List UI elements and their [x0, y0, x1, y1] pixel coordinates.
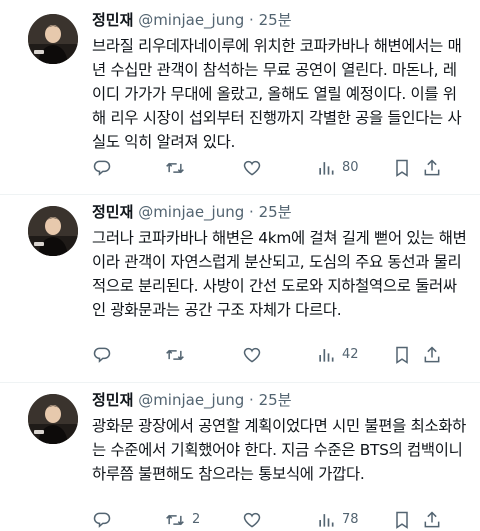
timestamp[interactable]: 25분 [259, 203, 292, 221]
views-button[interactable]: 42 [316, 345, 359, 365]
retweet-button[interactable]: 2 [164, 510, 200, 530]
tweet[interactable]: 정민재 @minjae_jung · 25분 브라질 리우데자네이루에 위치한 … [0, 8, 480, 194]
heart-icon [243, 512, 261, 528]
tweet-text: 광화문 광장에서 공연할 계획이었다면 시민 불편을 최소화하는 수준에서 기획… [92, 417, 467, 483]
share-icon [424, 511, 440, 528]
share-button[interactable] [422, 158, 442, 178]
tweet-thread: 정민재 @minjae_jung · 25분 브라질 리우데자네이루에 위치한 … [0, 0, 480, 531]
bookmark-icon [396, 346, 408, 364]
heart-icon [243, 347, 261, 363]
reply-button[interactable] [92, 510, 118, 530]
share-button[interactable] [422, 510, 442, 530]
views-count: 78 [342, 512, 359, 527]
views-count: 80 [342, 160, 359, 175]
tweet-actions: 2 78 [92, 510, 462, 530]
display-name[interactable]: 정민재 [92, 11, 133, 29]
tweet[interactable]: 정민재 @minjae_jung · 25분 그러나 코파카바나 해변은 4km… [0, 200, 480, 380]
display-name[interactable]: 정민재 [92, 391, 133, 409]
tweet[interactable]: 정민재 @minjae_jung · 25분 광화문 광장에서 공연할 계획이었… [0, 388, 480, 531]
reply-icon [93, 347, 111, 363]
avatar[interactable] [28, 14, 78, 64]
tweet-actions: 80 [92, 158, 462, 178]
views-button[interactable]: 80 [316, 158, 359, 178]
user-handle[interactable]: @minjae_jung [138, 11, 244, 29]
bookmark-button[interactable] [392, 510, 412, 530]
bookmark-icon [396, 511, 408, 529]
retweet-icon [166, 514, 184, 526]
retweet-icon [166, 349, 184, 361]
timestamp[interactable]: 25분 [259, 391, 292, 409]
like-button[interactable] [242, 158, 268, 178]
reply-button[interactable] [92, 345, 118, 365]
views-icon [319, 514, 334, 527]
bookmark-button[interactable] [392, 158, 412, 178]
like-button[interactable] [242, 345, 268, 365]
bookmark-button[interactable] [392, 345, 412, 365]
display-name[interactable]: 정민재 [92, 203, 133, 221]
tweet-content: 정민재 @minjae_jung · 25분 광화문 광장에서 공연할 계획이었… [92, 388, 468, 486]
tweet-content: 정민재 @minjae_jung · 25분 브라질 리우데자네이루에 위치한 … [92, 8, 468, 154]
separator-dot: · [249, 391, 254, 409]
retweet-icon [166, 162, 184, 174]
views-icon [319, 349, 334, 362]
share-icon [424, 346, 440, 363]
tweet-actions: 42 [92, 345, 462, 365]
avatar[interactable] [28, 206, 78, 256]
user-handle[interactable]: @minjae_jung [138, 203, 244, 221]
tweet-header: 정민재 @minjae_jung · 25분 [92, 200, 468, 224]
tweet-header: 정민재 @minjae_jung · 25분 [92, 388, 468, 412]
separator-dot: · [249, 203, 254, 221]
tweet-text: 그러나 코파카바나 해변은 4km에 걸쳐 길게 뻗어 있는 해변이라 관객이 … [92, 229, 467, 319]
heart-icon [243, 160, 261, 176]
divider [0, 382, 480, 383]
views-count: 42 [342, 347, 359, 362]
retweet-button[interactable] [164, 158, 192, 178]
divider [0, 194, 480, 195]
retweet-button[interactable] [164, 345, 192, 365]
like-button[interactable] [242, 510, 268, 530]
tweet-header: 정민재 @minjae_jung · 25분 [92, 8, 468, 32]
bookmark-icon [396, 159, 408, 177]
share-button[interactable] [422, 345, 442, 365]
tweet-text: 브라질 리우데자네이루에 위치한 코파카바나 해변에서는 매년 수십만 관객이 … [92, 37, 462, 151]
reply-icon [93, 160, 111, 176]
timestamp[interactable]: 25분 [259, 11, 292, 29]
avatar[interactable] [28, 394, 78, 444]
retweet-count: 2 [192, 512, 201, 527]
separator-dot: · [249, 11, 254, 29]
tweet-content: 정민재 @minjae_jung · 25분 그러나 코파카바나 해변은 4km… [92, 200, 468, 322]
views-icon [319, 162, 334, 175]
reply-button[interactable] [92, 158, 118, 178]
reply-icon [93, 512, 111, 528]
views-button[interactable]: 78 [316, 510, 359, 530]
user-handle[interactable]: @minjae_jung [138, 391, 244, 409]
share-icon [424, 159, 440, 176]
